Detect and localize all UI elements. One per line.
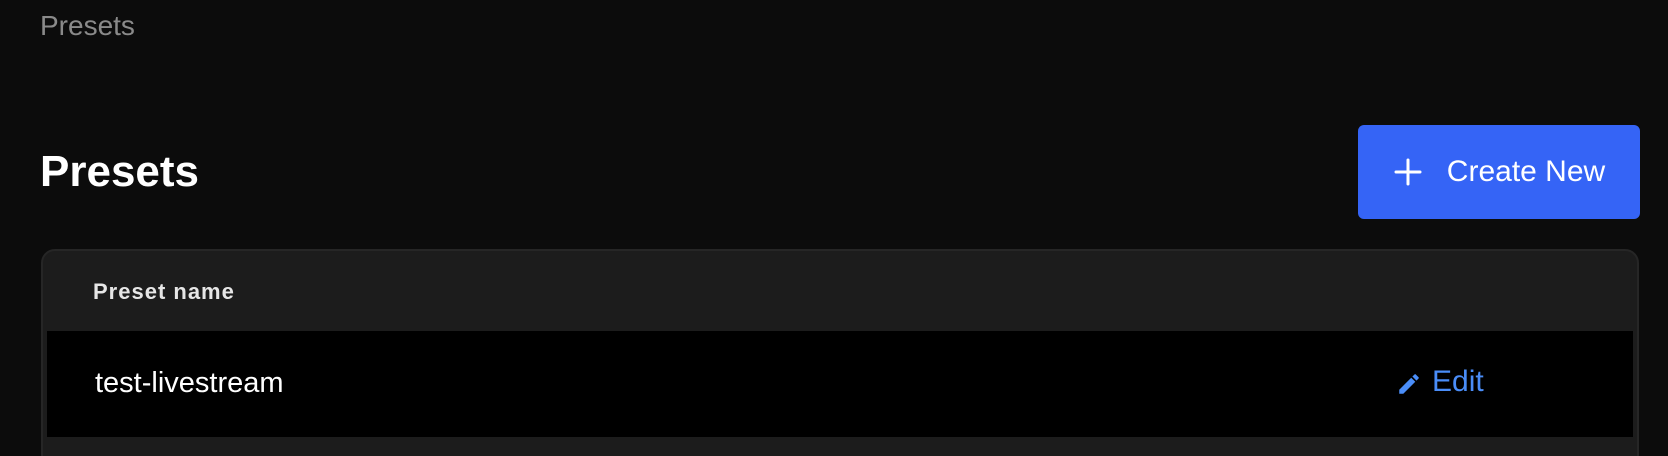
table-row[interactable]: test-livestream Edit (47, 331, 1633, 437)
table-header: Preset name (43, 251, 1637, 331)
pencil-icon (1396, 369, 1422, 395)
breadcrumb-item-presets[interactable]: Presets (40, 10, 135, 41)
presets-table: Preset name test-livestream Edit (41, 249, 1639, 456)
create-new-button[interactable]: Create New (1358, 125, 1640, 219)
preset-name-cell: test-livestream (95, 367, 284, 399)
column-header-preset-name: Preset name (93, 279, 235, 304)
plus-icon (1393, 157, 1423, 187)
edit-label: Edit (1432, 365, 1484, 398)
page-title: Presets (40, 147, 200, 196)
breadcrumb[interactable]: Presets (40, 8, 135, 44)
edit-link[interactable]: Edit (1396, 363, 1484, 401)
create-new-label: Create New (1446, 155, 1606, 188)
presets-page: Presets Presets Create New Preset name t… (0, 0, 1668, 456)
